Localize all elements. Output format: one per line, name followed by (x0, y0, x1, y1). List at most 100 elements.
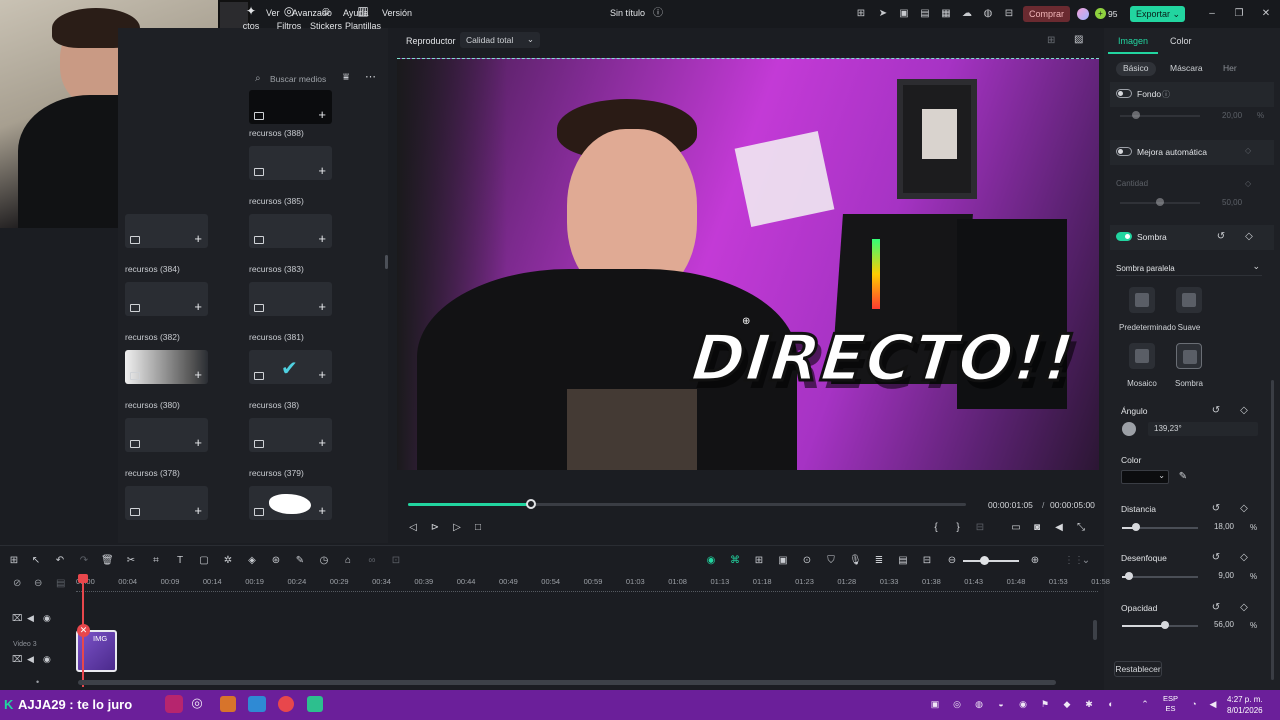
add-icon[interactable]: + (318, 503, 326, 518)
mute-icon[interactable]: ◀ (27, 654, 34, 665)
playback-progress-knob[interactable] (525, 499, 536, 509)
zoom-slider-knob[interactable] (980, 556, 989, 565)
subtab-basico[interactable]: Básico (1116, 62, 1156, 76)
tray-app-icon[interactable]: ▣ (928, 699, 942, 710)
export-button[interactable]: Exportar ⌄ (1130, 6, 1185, 22)
chevron-up-icon[interactable]: ⌃ (1138, 699, 1152, 710)
timer-icon[interactable]: ◷ (318, 555, 330, 567)
add-icon[interactable]: + (194, 503, 202, 518)
tab-efectos[interactable]: ✦ ctos (236, 4, 266, 31)
bluetooth-icon[interactable]: ✱ (1082, 699, 1096, 710)
add-icon[interactable]: + (194, 435, 202, 450)
angle-dial[interactable] (1122, 422, 1136, 436)
add-icon[interactable]: + (194, 299, 202, 314)
playhead-handle[interactable] (78, 574, 88, 583)
speaker-icon[interactable]: ◀ (1206, 699, 1220, 710)
close-icon[interactable]: ✕ (1260, 8, 1272, 20)
preset-predeterminado[interactable] (1129, 287, 1155, 313)
undo-icon[interactable]: ↶ (54, 555, 66, 567)
library-item-38[interactable]: ✔ + (249, 350, 332, 384)
motion-icon[interactable]: ⊛ (270, 555, 282, 567)
keyframe-icon[interactable]: ◇ (1238, 503, 1250, 514)
effects-icon[interactable]: ✲ (222, 555, 234, 567)
subtab-mascara[interactable]: Máscara (1163, 62, 1210, 76)
subtab-herramientas[interactable]: Her (1216, 62, 1244, 76)
filmora-icon[interactable] (307, 696, 323, 712)
mark-out-icon[interactable]: } (952, 522, 964, 534)
library-item-383[interactable]: + (249, 214, 332, 248)
frame-icon[interactable]: ▢ (198, 555, 210, 567)
search-input[interactable]: Buscar medios (270, 74, 326, 84)
snap-icon[interactable]: ⌘ (729, 555, 741, 567)
save-icon[interactable]: ▤ (919, 8, 931, 20)
grid-icon[interactable]: ⊞ (8, 555, 20, 567)
delete-icon[interactable]: 🗑 (101, 555, 114, 567)
playhead-cut-icon[interactable]: ✕ (77, 624, 90, 637)
preset-suave[interactable] (1176, 287, 1202, 313)
add-icon[interactable]: + (194, 231, 202, 246)
fullscreen-icon[interactable]: ⤡ (1075, 522, 1087, 534)
library-item-381[interactable]: + (249, 282, 332, 316)
tab-plantillas[interactable]: ▥ Plantillas (341, 4, 385, 31)
tab-imagen[interactable]: Imagen (1118, 36, 1148, 46)
desenfoque-slider[interactable] (1122, 576, 1198, 578)
cut-icon[interactable]: ✂ (125, 555, 137, 567)
reset-icon[interactable]: ↺ (1210, 503, 1222, 514)
preset-sombra[interactable] (1176, 343, 1202, 369)
add-icon[interactable]: + (318, 163, 326, 178)
opacidad-value[interactable]: 56,00 (1188, 618, 1238, 632)
mejora-toggle[interactable] (1116, 147, 1132, 156)
eyedropper-icon[interactable]: ✎ (1177, 471, 1189, 482)
camera-icon[interactable]: ◙ (1031, 522, 1043, 534)
support-icon[interactable]: ◍ (982, 8, 994, 20)
cloud-upload-icon[interactable]: ☁ (961, 8, 973, 20)
tray-whatsapp-icon[interactable]: ◎ (950, 699, 964, 710)
app-blue-icon[interactable] (248, 696, 266, 712)
ai-icon[interactable]: ◉ (705, 555, 717, 567)
video-preview[interactable] (397, 58, 1099, 470)
auto-reframe-icon[interactable]: ⊞ (753, 555, 765, 567)
app-orange-icon[interactable] (220, 696, 236, 712)
add-icon[interactable]: + (318, 367, 326, 382)
layout-grid-icon[interactable]: ⋮⋮ (1064, 555, 1084, 567)
library-scrollbar[interactable] (385, 255, 388, 269)
zoom-out-icon[interactable]: ⊖ (946, 555, 958, 567)
keyframe-icon[interactable]: ◇ (1243, 231, 1255, 242)
tag-icon[interactable]: ⌂ (342, 555, 354, 567)
buy-button[interactable]: Comprar (1023, 6, 1070, 22)
eye-icon[interactable]: ◉ (43, 654, 51, 665)
add-icon[interactable]: + (318, 299, 326, 314)
library-item-376[interactable]: + (125, 486, 208, 520)
library-item-380[interactable]: + (125, 350, 208, 384)
image-icon[interactable]: ▦ (940, 8, 952, 20)
panel-scrollbar[interactable] (1271, 380, 1274, 680)
lock-icon[interactable]: ⌧ (12, 654, 22, 665)
library-item-384[interactable]: + (125, 214, 208, 248)
maximize-icon[interactable]: ❐ (1233, 8, 1245, 20)
add-icon[interactable]: + (318, 107, 326, 122)
add-track-icon[interactable]: ⊘ (13, 578, 21, 589)
library-item-379[interactable]: + (249, 418, 332, 452)
timeline-vscrollbar[interactable] (1093, 620, 1097, 640)
angle-input[interactable]: 139,23° (1148, 422, 1258, 436)
reset-icon[interactable]: ↺ (1210, 552, 1222, 563)
avatar[interactable] (1077, 8, 1089, 20)
volume-icon[interactable]: ◀ (1053, 522, 1065, 534)
help-icon[interactable]: ⓘ (1162, 89, 1170, 100)
info-icon[interactable]: ⓘ (652, 8, 664, 20)
add-icon[interactable]: + (318, 435, 326, 450)
mark-in-icon[interactable]: { (930, 522, 942, 534)
filter-sort-icon[interactable]: ⩸ (343, 72, 349, 83)
send-icon[interactable]: ➤ (877, 8, 889, 20)
eye-icon[interactable]: ◉ (43, 613, 51, 624)
transform-crosshair-icon[interactable]: ⊕ (742, 316, 750, 327)
system-clock[interactable]: 4:27 p. m. 8/01/2026 (1227, 694, 1263, 716)
shield-icon[interactable]: ⛉ (825, 555, 837, 567)
mic-icon[interactable]: 🎙 (849, 555, 862, 567)
distancia-slider-knob[interactable] (1131, 523, 1140, 531)
select-icon[interactable]: ↖ (30, 555, 42, 567)
text-icon[interactable]: T (174, 555, 186, 567)
layout-icon[interactable]: ⊞ (1047, 35, 1055, 46)
monitor-icon[interactable]: ▭ (1010, 522, 1022, 534)
tray-obs-icon[interactable]: ◉ (1016, 699, 1030, 710)
